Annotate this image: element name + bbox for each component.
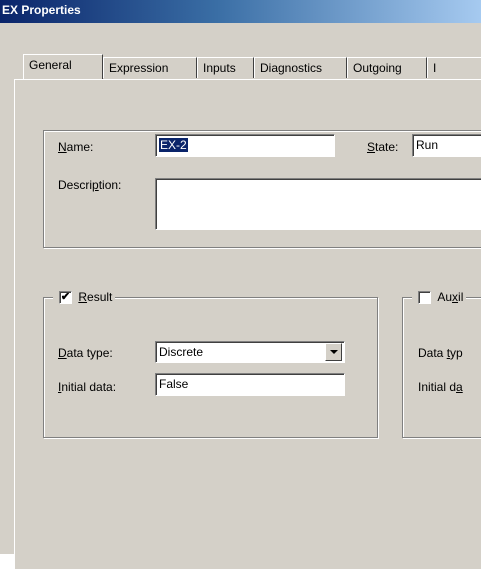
title-bar[interactable]: EX Properties	[0, 0, 481, 23]
result-data-type-select[interactable]: Discrete	[155, 341, 345, 363]
auxiliary-group	[402, 297, 481, 438]
window-title: EX Properties	[2, 3, 81, 17]
state-value: Run	[416, 138, 439, 152]
chevron-down-icon	[330, 350, 338, 354]
tab-more[interactable]: I	[427, 57, 481, 78]
tab-label: General	[29, 58, 72, 72]
result-group	[43, 297, 378, 438]
result-data-type-value: Discrete	[159, 345, 204, 359]
tab-label: Outgoing	[353, 61, 402, 75]
state-label: State:	[367, 140, 399, 154]
state-field[interactable]: Run	[412, 134, 481, 157]
properties-dialog: General Expression Inputs Diagnostics Ou…	[0, 23, 481, 569]
auxiliary-initial-data-label: Initial da	[418, 380, 463, 394]
description-field[interactable]	[155, 178, 481, 230]
result-checkbox-label: Result	[78, 290, 113, 304]
auxiliary-checkbox[interactable]	[418, 291, 431, 304]
tab-general[interactable]: General	[23, 54, 103, 79]
result-data-type-dropdown-button[interactable]	[325, 343, 342, 361]
tab-inputs[interactable]: Inputs	[197, 57, 254, 78]
auxiliary-checkbox-label: Auxil	[437, 290, 464, 304]
result-data-type-label: Data type:	[58, 346, 113, 360]
tab-label: I	[433, 61, 437, 75]
tab-label: Diagnostics	[260, 61, 323, 75]
description-label: Description:	[58, 178, 122, 192]
tab-label: Expression	[109, 61, 169, 75]
result-checkbox[interactable]: ✔	[59, 291, 72, 304]
result-initial-data-field[interactable]: False	[155, 373, 345, 396]
tab-diagnostics[interactable]: Diagnostics	[254, 57, 347, 78]
tab-label: Inputs	[203, 61, 236, 75]
auxiliary-data-type-label: Data typ	[418, 346, 463, 360]
name-value: EX-2	[159, 138, 188, 152]
name-field[interactable]: EX-2	[155, 134, 335, 157]
name-label: Name:	[58, 140, 94, 154]
result-initial-data-value: False	[159, 377, 189, 391]
tab-expression[interactable]: Expression	[103, 57, 197, 78]
result-initial-data-label: Initial data:	[58, 380, 117, 394]
tab-outgoing[interactable]: Outgoing	[347, 57, 427, 78]
